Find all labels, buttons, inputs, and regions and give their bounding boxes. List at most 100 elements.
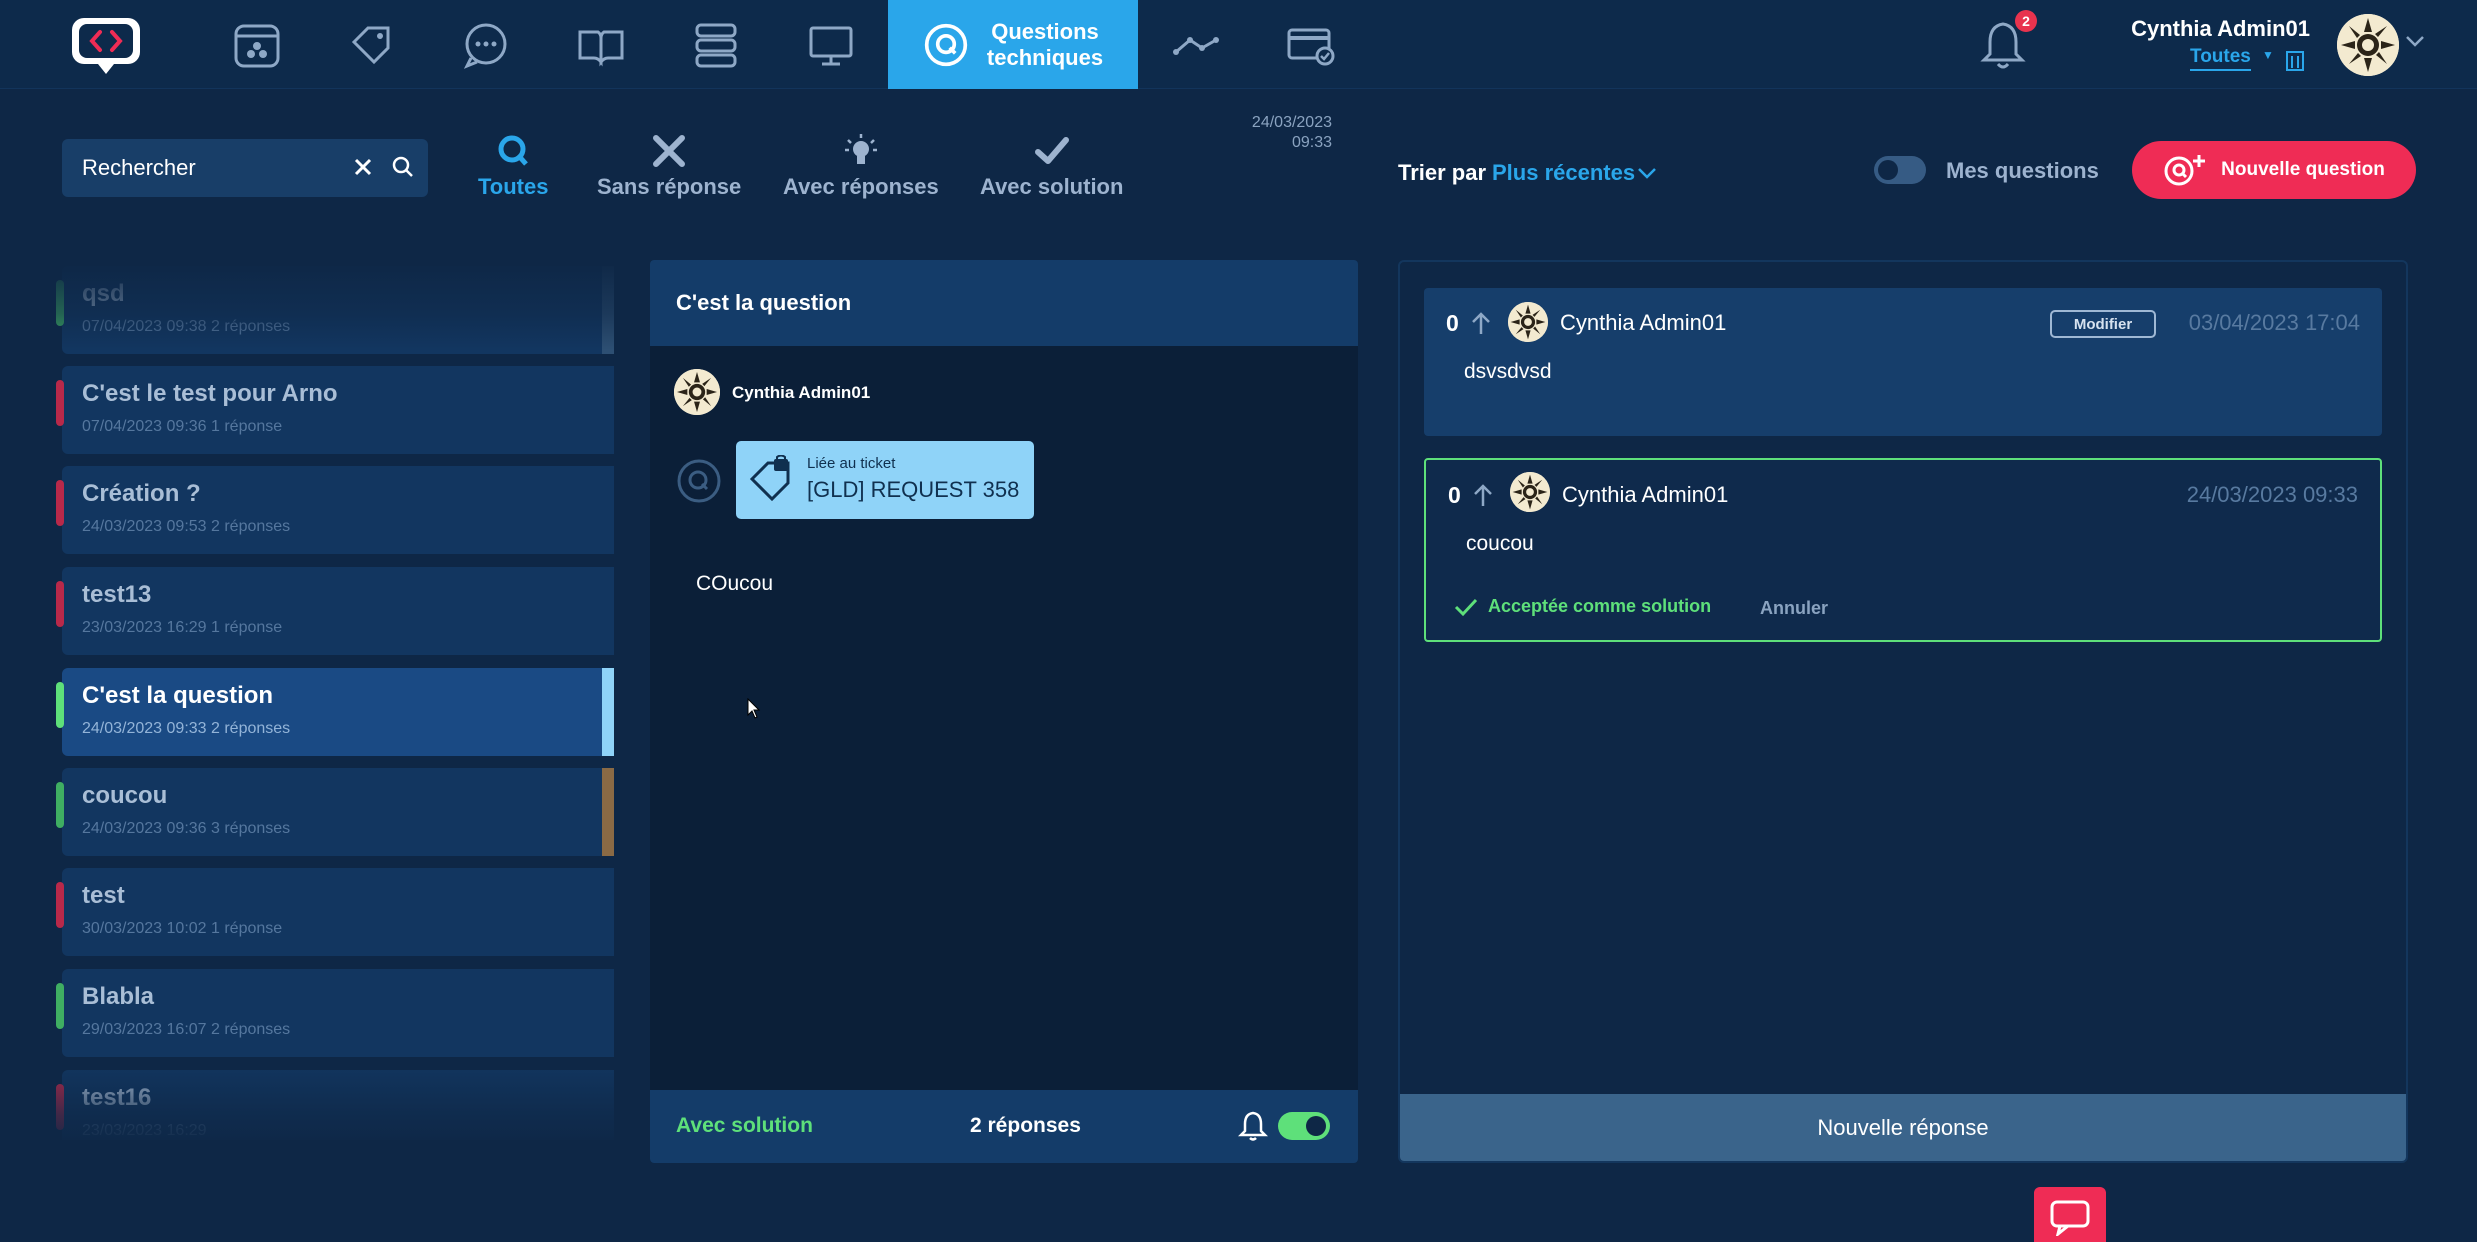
- nav-questions-label: Questions techniques: [986, 18, 1104, 70]
- chat-icon: [463, 23, 507, 69]
- answer-author: Cynthia Admin01: [1562, 482, 1729, 507]
- ticket-icon: [613, 692, 614, 732]
- question-detail-footer: Avec solution 2 réponses: [650, 1090, 1358, 1163]
- avatar-sun-icon: [1508, 302, 1548, 342]
- answer-date: 03/04/2023 17:04: [2188, 310, 2360, 335]
- status-indicator: [56, 782, 64, 828]
- accepted-answer-card: 0 Cynthia Admin01 24/03/2023 09:33 couco…: [1424, 458, 2382, 642]
- answers-count: 2 réponses: [970, 1114, 1081, 1137]
- team-icon: [234, 24, 280, 67]
- answer-votes: 0: [1448, 482, 1461, 508]
- nav-tickets[interactable]: [346, 0, 396, 89]
- sort-label: Trier par: [1398, 160, 1487, 185]
- follow-toggle[interactable]: [1278, 1112, 1330, 1140]
- answer-date: 24/03/2023 09:33: [2186, 482, 2358, 507]
- status-indicator: [56, 682, 64, 728]
- nav-knowledge[interactable]: [576, 0, 626, 89]
- link-ticket-button[interactable]: [602, 266, 614, 354]
- notification-count-badge: 2: [2015, 10, 2037, 32]
- question-list-item[interactable]: test13 23/03/2023 16:29 1 réponse: [56, 567, 614, 655]
- accepted-solution-badge: Acceptée comme solution: [1454, 596, 1711, 617]
- answer-votes: 0: [1446, 310, 1459, 336]
- upvote-arrow-icon[interactable]: [1470, 310, 1492, 336]
- upvote-arrow-icon[interactable]: [1472, 482, 1494, 508]
- avatar: [1510, 472, 1550, 512]
- ticket-reference: [GLD] REQUEST 358: [807, 477, 1020, 502]
- nav-servers[interactable]: [691, 0, 741, 89]
- linked-ticket-button[interactable]: [602, 768, 614, 856]
- workflow-icon: [1173, 36, 1219, 55]
- question-date: 24/03/2023 09:33: [1251, 114, 1332, 151]
- search-input[interactable]: [82, 139, 352, 197]
- scope-selector[interactable]: Toutes: [2190, 46, 2251, 71]
- linked-ticket-card[interactable]: Liée au ticket [GLD] REQUEST 358: [736, 441, 1034, 519]
- question-list-item[interactable]: Blabla 29/03/2023 16:07 2 réponses: [56, 969, 614, 1057]
- servers-icon: [695, 23, 737, 67]
- question-author: Cynthia Admin01: [732, 383, 871, 402]
- sort-dropdown[interactable]: Plus récentes: [1492, 160, 1635, 186]
- user-avatar[interactable]: [2337, 14, 2399, 76]
- cancel-solution-link[interactable]: Annuler: [1760, 598, 1828, 619]
- monitor-icon: [809, 26, 853, 65]
- edit-answer-button[interactable]: Modifier: [2050, 310, 2156, 338]
- question-list-item[interactable]: Création ? 24/03/2023 09:53 2 réponses: [56, 466, 614, 554]
- answer-body: dsvsdvsd: [1464, 360, 1552, 383]
- status-indicator: [56, 882, 64, 928]
- billing-icon: [1287, 28, 1335, 65]
- top-navigation: Questions techniques 2 Cynthia Admin01 To…: [0, 0, 2477, 89]
- question-list-item-selected[interactable]: C'est la question 24/03/2023 09:33 2 rép…: [56, 668, 614, 756]
- answer-card: 0 Cynthia Admin01 Modifier 03/04/2023 17…: [1424, 288, 2382, 436]
- app-logo[interactable]: [68, 14, 144, 76]
- question-list-item[interactable]: C'est le test pour Arno 07/04/2023 09:36…: [56, 366, 614, 454]
- ticket-icon: [613, 792, 614, 832]
- nav-chat[interactable]: [461, 0, 511, 89]
- status-indicator: [56, 581, 64, 627]
- ticket-label: Liée au ticket: [807, 455, 896, 472]
- check-icon: [1034, 137, 1069, 164]
- nav-monitor[interactable]: [806, 0, 856, 89]
- question-list-item[interactable]: qsd 07/04/2023 09:38 2 réponses: [56, 266, 614, 354]
- avatar-sun-icon: [1510, 472, 1550, 512]
- avatar-sun-icon: [674, 369, 720, 415]
- status-indicator: [56, 380, 64, 426]
- answer-body: coucou: [1466, 532, 1534, 555]
- filter-unanswered[interactable]: Sans réponse: [597, 132, 741, 200]
- filter-with-answers[interactable]: Avec réponses: [783, 132, 939, 200]
- nav-questions[interactable]: Questions techniques: [888, 0, 1138, 89]
- user-name: Cynthia Admin01: [2131, 16, 2310, 41]
- question-type-icon: [677, 459, 721, 503]
- mouse-cursor-icon: [747, 698, 761, 719]
- question-list-item[interactable]: coucou 24/03/2023 09:36 3 réponses: [56, 768, 614, 856]
- chat-bubble-icon: [2050, 1200, 2090, 1236]
- building-icon[interactable]: [2285, 49, 2305, 71]
- filter-all[interactable]: Toutes: [478, 132, 548, 200]
- question-title: C'est la question: [676, 290, 852, 315]
- filter-with-solution[interactable]: Avec solution: [980, 132, 1123, 200]
- linked-ticket-button[interactable]: [602, 668, 614, 756]
- bulb-icon: [844, 134, 877, 164]
- add-question-icon: [2164, 155, 2206, 186]
- my-questions-toggle[interactable]: [1874, 156, 1926, 184]
- x-icon: [653, 135, 686, 167]
- new-answer-button[interactable]: Nouvelle réponse: [1400, 1094, 2406, 1161]
- question-status: Avec solution: [676, 1114, 813, 1137]
- chat-widget-button[interactable]: [2034, 1187, 2106, 1242]
- nav-workflow[interactable]: [1170, 0, 1220, 89]
- clear-search-icon[interactable]: [350, 154, 376, 180]
- nav-billing[interactable]: [1285, 0, 1335, 89]
- avatar: [1508, 302, 1548, 342]
- sort-chevron-icon[interactable]: [1636, 162, 1658, 184]
- q-icon: [498, 135, 529, 166]
- search-icon[interactable]: [390, 154, 416, 180]
- question-list-item[interactable]: test 30/03/2023 10:02 1 réponse: [56, 868, 614, 956]
- user-menu-chevron-icon[interactable]: [2404, 30, 2426, 52]
- question-list-item[interactable]: test16 23/03/2023 16:29: [56, 1070, 614, 1140]
- follow-bell-icon[interactable]: [1238, 1110, 1268, 1142]
- scope-caret-icon[interactable]: ▼: [2262, 48, 2274, 62]
- status-indicator: [56, 280, 64, 326]
- logo-icon: [72, 18, 140, 74]
- status-indicator: [56, 983, 64, 1029]
- nav-team[interactable]: [232, 0, 282, 89]
- question-detail-header: C'est la question: [650, 260, 1358, 346]
- new-question-button[interactable]: Nouvelle question: [2132, 141, 2416, 199]
